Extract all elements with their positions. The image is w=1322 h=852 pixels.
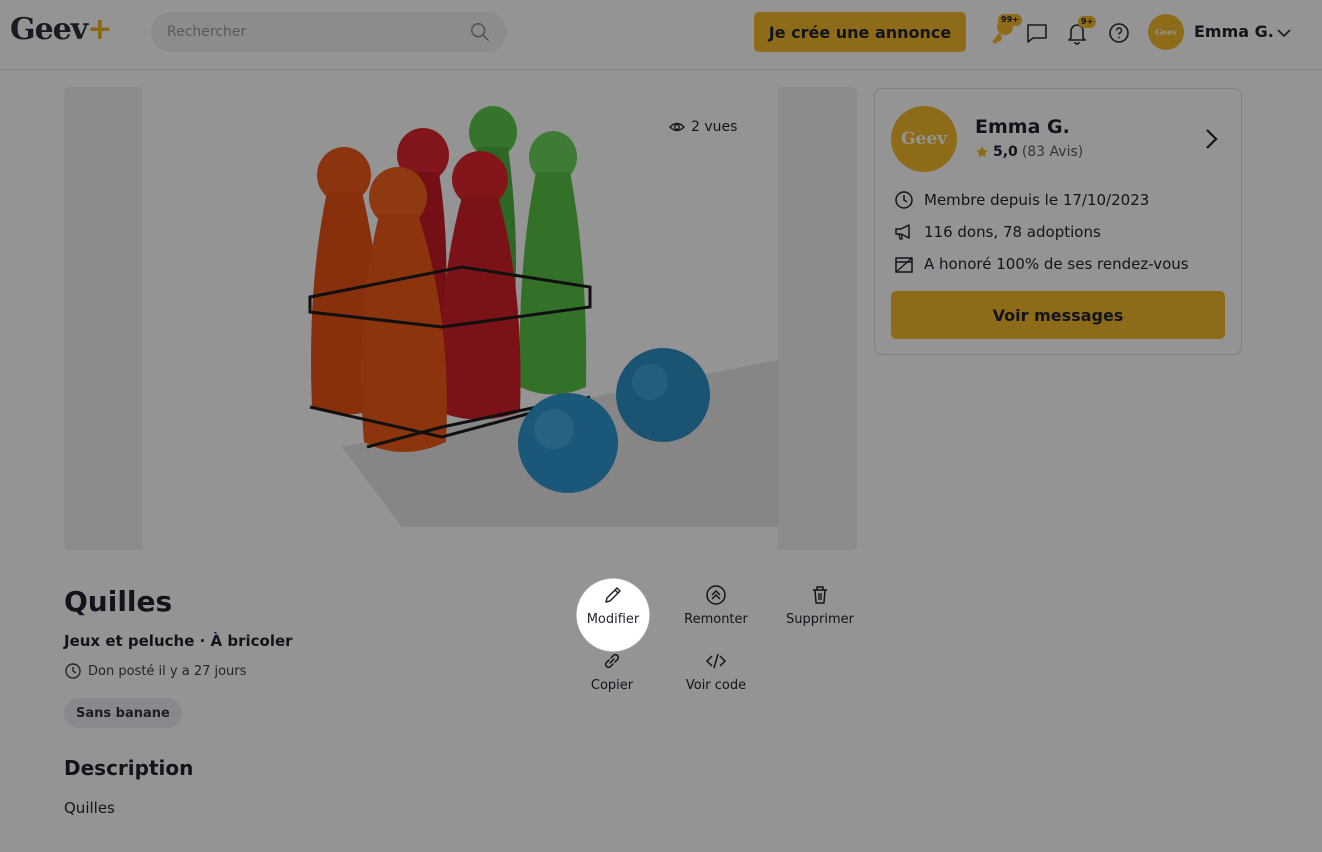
link-icon (604, 653, 620, 669)
search-bar[interactable]: Rechercher (151, 12, 507, 52)
star-icon (976, 146, 988, 158)
photo-gallery[interactable]: 2 vues (64, 87, 857, 550)
listing-category: Jeux et peluche · À bricoler (64, 632, 293, 650)
page: Geev+ Rechercher Je crée une annonce 99+… (0, 0, 1322, 852)
modifier-action[interactable]: Modifier (568, 584, 658, 627)
posted-text: Don posté il y a 27 jours (88, 663, 247, 679)
donations-row: 116 dons, 78 adoptions (893, 221, 1101, 243)
clock-icon (65, 663, 81, 679)
chevron-down-icon[interactable] (1275, 24, 1293, 42)
supprimer-action[interactable]: Supprimer (775, 584, 865, 627)
member-since-text: Membre depuis le 17/10/2023 (924, 191, 1150, 209)
help-icon[interactable] (1106, 20, 1132, 46)
copier-action[interactable]: Copier (567, 650, 657, 693)
trash-icon (813, 586, 827, 604)
seller-rating: 5,0 (83 Avis) (975, 144, 1083, 160)
top-header: Geev+ Rechercher Je crée une annonce 99+… (0, 0, 1322, 70)
search-icon[interactable] (469, 21, 491, 43)
megaphone-icon (895, 224, 910, 240)
description-text: Quilles (64, 799, 115, 817)
appointments-text: A honoré 100% de ses rendez-vous (924, 255, 1189, 273)
logo-plus: + (87, 12, 112, 47)
user-name[interactable]: Emma G. (1194, 22, 1274, 41)
calendar-icon (895, 257, 913, 273)
key-badge: 99+ (998, 14, 1022, 26)
remonter-label: Remonter (684, 612, 748, 627)
clock-icon (895, 191, 913, 209)
eye-icon (669, 122, 685, 132)
listing-tag: Sans banane (64, 698, 182, 728)
search-input[interactable]: Rechercher (167, 24, 469, 40)
seller-name[interactable]: Emma G. (975, 116, 1070, 138)
member-since-row: Membre depuis le 17/10/2023 (893, 189, 1149, 211)
listing-photo[interactable] (142, 87, 778, 550)
message-icon[interactable] (1024, 20, 1050, 46)
views-label: 2 vues (691, 119, 738, 135)
voir-code-action[interactable]: Voir code (671, 650, 761, 693)
create-listing-button[interactable]: Je crée une annonce (754, 12, 966, 52)
copier-label: Copier (590, 678, 634, 693)
chevron-right-icon[interactable] (1201, 127, 1221, 151)
code-icon (705, 653, 727, 669)
seller-card: Geev Emma G. 5,0 (83 Avis) Membre depuis… (874, 88, 1242, 355)
bowling-pins-image (308, 106, 778, 527)
posted-info: Don posté il y a 27 jours (64, 662, 246, 680)
listing-title: Quilles (64, 585, 173, 618)
remonter-action[interactable]: Remonter (671, 584, 761, 627)
appointments-row: A honoré 100% de ses rendez-vous (893, 253, 1189, 275)
user-avatar[interactable]: Geev (1148, 14, 1184, 50)
modifier-label: Modifier (586, 612, 640, 627)
view-count: 2 vues (669, 119, 737, 135)
supprimer-label: Supprimer (786, 612, 854, 627)
notification-badge: 9+ (1078, 16, 1097, 28)
description-heading: Description (64, 756, 194, 780)
voir-code-label: Voir code (685, 678, 747, 693)
bump-up-icon (706, 585, 726, 605)
review-count[interactable]: (83 Avis) (1022, 144, 1083, 160)
pencil-icon (605, 587, 621, 603)
seller-avatar[interactable]: Geev (891, 106, 957, 172)
donations-text: 116 dons, 78 adoptions (924, 223, 1101, 241)
rating-score: 5,0 (993, 144, 1018, 160)
view-messages-button[interactable]: Voir messages (891, 291, 1225, 339)
geev-logo[interactable]: Geev+ (10, 12, 112, 52)
logo-text: Geev (10, 12, 88, 47)
